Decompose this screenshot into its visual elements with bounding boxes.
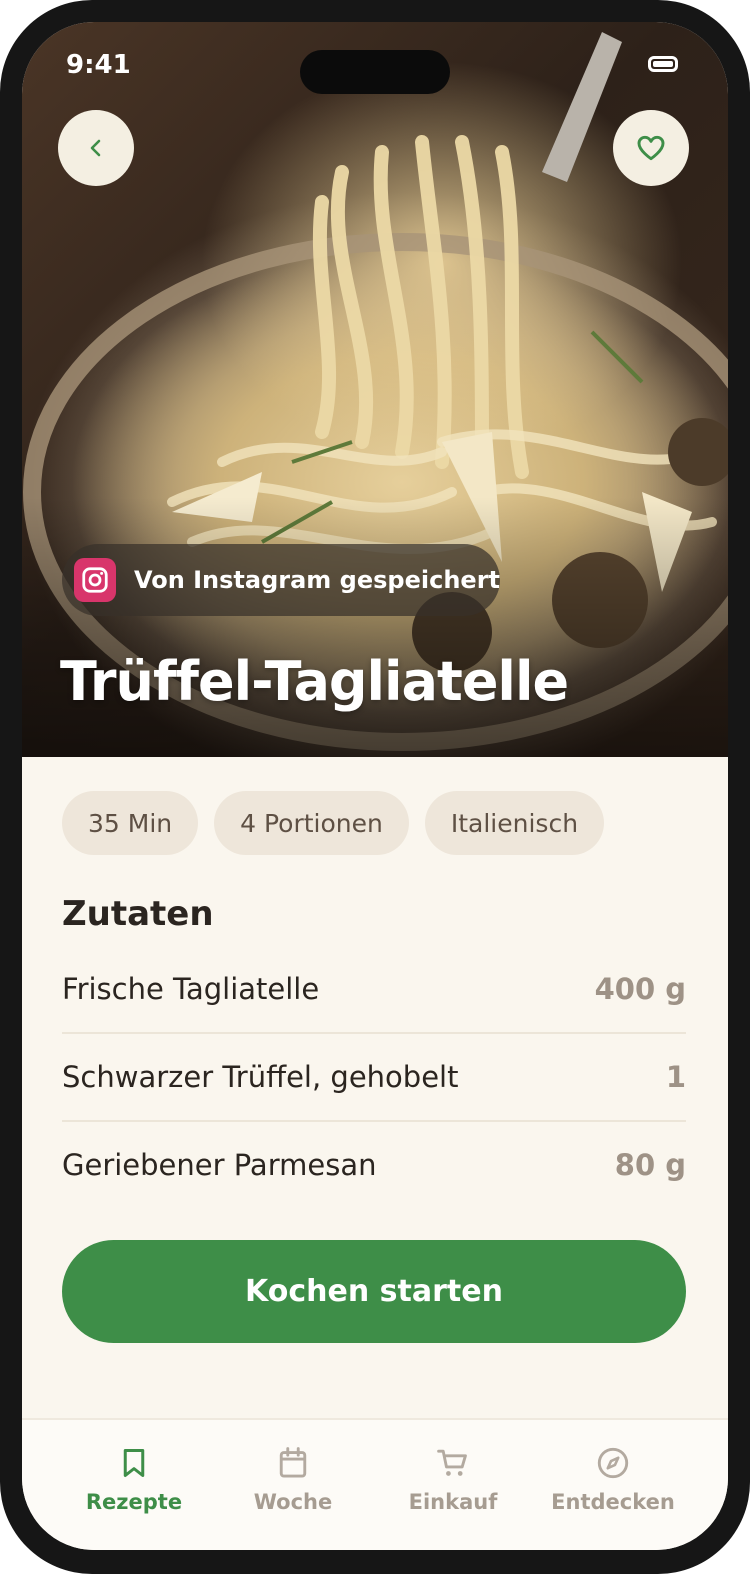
back-button[interactable] <box>58 110 134 186</box>
chip-servings: 4 Portionen <box>214 791 409 855</box>
heart-icon <box>637 135 665 161</box>
ingredient-quantity: 80 g <box>614 1148 686 1182</box>
ingredient-row: Geriebener Parmesan 80 g <box>62 1122 686 1208</box>
ingredients-list: Frische Tagliatelle 400 g Schwarzer Trüf… <box>62 946 686 1208</box>
device-frame: 9:41 Von Instagram gespeichert Trüffel-T… <box>0 0 750 1574</box>
hero-image: 9:41 Von Instagram gespeichert Trüffel-T… <box>22 22 728 757</box>
tab-woche[interactable]: Woche <box>213 1446 373 1514</box>
tab-label: Rezepte <box>85 1490 183 1514</box>
screen: 9:41 Von Instagram gespeichert Trüffel-T… <box>22 22 728 1550</box>
ingredient-quantity: 400 g <box>594 972 686 1006</box>
chip-cuisine: Italienisch <box>424 791 605 855</box>
tab-rezepte[interactable]: Rezepte <box>54 1446 214 1514</box>
ingredient-quantity: 1 <box>665 1060 686 1094</box>
ingredient-name: Frische Tagliatelle <box>62 972 320 1006</box>
tab-entdecken[interactable]: Entdecken <box>533 1446 693 1514</box>
ingredient-name: Geriebener Parmesan <box>62 1148 377 1182</box>
cart-icon <box>437 1449 467 1476</box>
chip-time: 35 Min <box>62 791 199 855</box>
start-cooking-button[interactable]: Kochen starten <box>62 1240 686 1343</box>
ingredient-row: Frische Tagliatelle 400 g <box>62 946 686 1034</box>
compass-icon <box>597 1447 629 1479</box>
battery-icon <box>648 56 678 72</box>
tab-label: Woche <box>253 1490 333 1514</box>
hero-gradient <box>22 497 728 757</box>
status-time: 9:41 <box>66 50 131 80</box>
instagram-icon <box>74 558 116 602</box>
ingredient-name: Schwarzer Trüffel, gehobelt <box>62 1060 459 1094</box>
source-badge: Von Instagram gespeichert <box>62 544 500 616</box>
recipe-meta-chips: 35 Min 4 Portionen Italienisch <box>62 791 605 855</box>
source-badge-label: Von Instagram gespeichert <box>133 566 500 594</box>
recipe-title: Trüffel-Tagliatelle <box>60 650 569 713</box>
chevron-left-icon <box>90 139 101 157</box>
bookmark-icon <box>123 1449 145 1477</box>
calendar-icon <box>279 1447 307 1478</box>
tab-label: Entdecken <box>551 1490 675 1514</box>
ingredient-row: Schwarzer Trüffel, gehobelt 1 <box>62 1034 686 1122</box>
tab-einkauf[interactable]: Einkauf <box>373 1446 533 1514</box>
tab-label: Einkauf <box>408 1490 498 1514</box>
dynamic-island <box>300 50 450 94</box>
ingredients-heading: Zutaten <box>62 894 214 934</box>
tab-bar: Rezepte Woche Einkauf Entdecken <box>22 1418 728 1550</box>
favorite-button[interactable] <box>613 110 689 186</box>
